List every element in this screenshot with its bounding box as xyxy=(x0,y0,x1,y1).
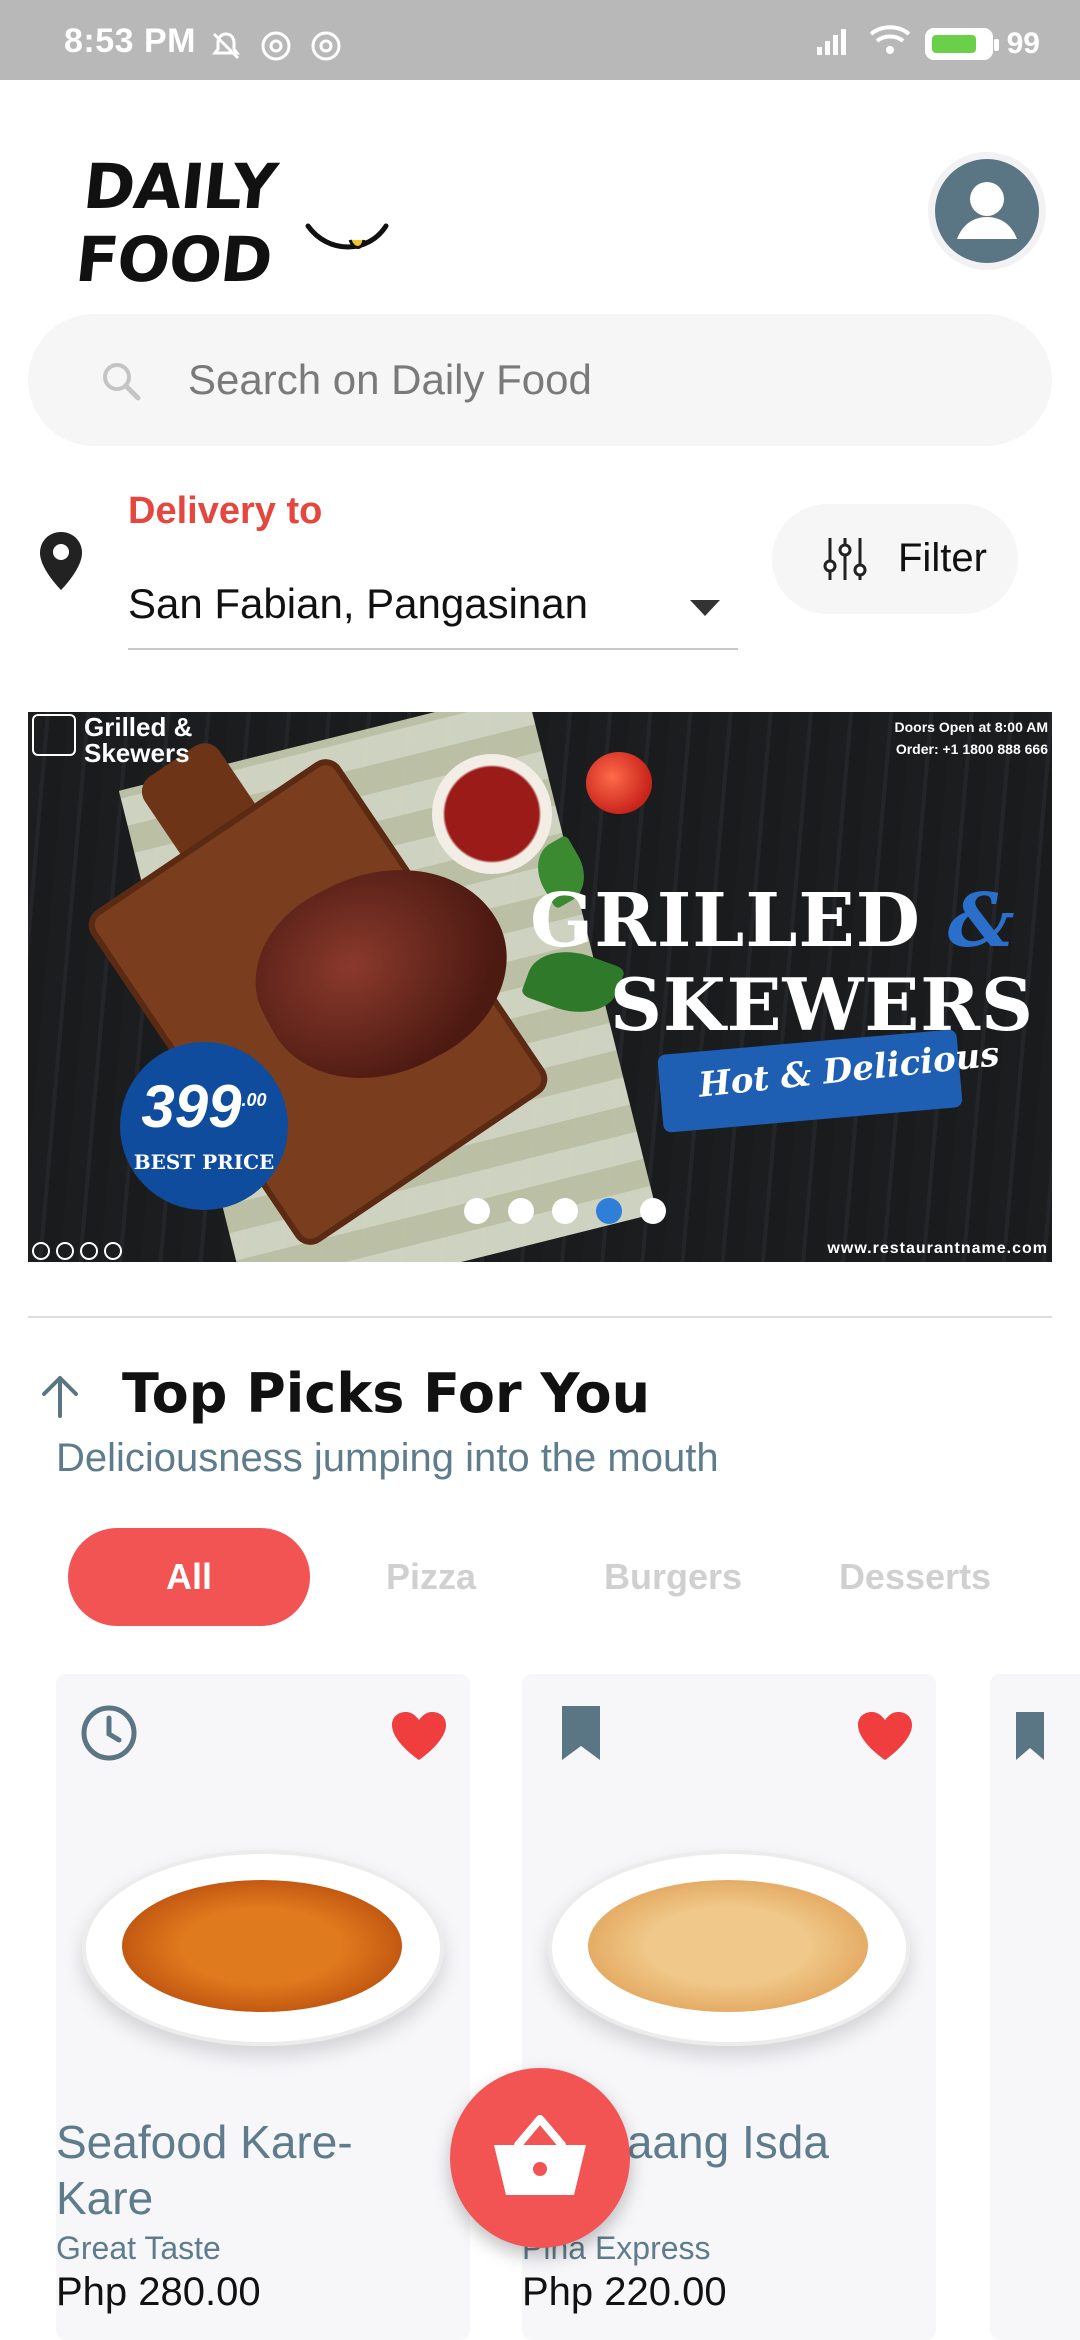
delivery-location-value: San Fabian, Pangasinan xyxy=(128,580,589,627)
promo-banner-carousel[interactable]: Grilled & Skewers Doors Open at 8:00 AM … xyxy=(28,712,1052,1262)
section-title: Top Picks For You xyxy=(122,1362,651,1425)
section-subtitle: Deliciousness jumping into the mouth xyxy=(56,1436,719,1480)
filter-button[interactable]: Filter xyxy=(772,504,1018,614)
battery-icon xyxy=(924,28,999,60)
search-icon xyxy=(103,363,141,401)
app-notification-icon xyxy=(260,30,292,62)
filter-label: Filter xyxy=(898,536,987,580)
battery-level: 99 xyxy=(1006,27,1040,60)
food-price: Php 280.00 xyxy=(56,2270,261,2314)
tomato xyxy=(586,752,652,814)
banner-url: www.restaurantname.com xyxy=(827,1240,1048,1257)
user-icon xyxy=(935,159,1039,263)
status-bar: 8:53 PM 99 xyxy=(0,0,1080,80)
arrow-up-icon xyxy=(42,1376,78,1418)
bookmark-icon[interactable] xyxy=(1016,1710,1044,1762)
sauce-bowl xyxy=(432,754,552,874)
location-pin-icon xyxy=(40,532,82,590)
app-logo: DAILY FOOD xyxy=(72,150,420,296)
social-icons xyxy=(32,1242,122,1260)
food-card-partial[interactable] xyxy=(990,1674,1080,2340)
food-card[interactable]: Pinataang Isda Pina Express Php 220.00 xyxy=(522,1674,936,2340)
category-chip-pizza[interactable]: Pizza xyxy=(310,1528,552,1626)
banner-brand: Grilled & Skewers xyxy=(32,714,204,766)
carousel-dot[interactable] xyxy=(552,1198,578,1224)
banner-title: GRILLED & xyxy=(530,878,1016,964)
category-chip-burgers[interactable]: Burgers xyxy=(552,1528,794,1626)
clock-icon[interactable] xyxy=(80,1704,138,1762)
divider xyxy=(28,1316,1052,1318)
food-price: Php 220.00 xyxy=(522,2270,727,2314)
skewer-logo-icon xyxy=(32,714,76,756)
mute-icon xyxy=(210,30,242,62)
wifi-icon xyxy=(869,24,911,64)
chevron-down-icon xyxy=(690,600,720,616)
status-time: 8:53 PM xyxy=(64,22,196,60)
logo-smile-icon xyxy=(305,223,389,250)
delivery-location-dropdown[interactable]: San Fabian, Pangasinan xyxy=(128,570,738,650)
heart-icon[interactable] xyxy=(856,1710,914,1762)
food-card[interactable]: Seafood Kare-Kare Great Taste Php 280.00 xyxy=(56,1674,470,2340)
heart-icon[interactable] xyxy=(390,1710,448,1762)
filter-sliders-icon xyxy=(823,538,867,580)
carousel-indicator xyxy=(464,1198,666,1224)
food-image xyxy=(82,1850,444,2046)
store-name: Great Taste xyxy=(56,2230,221,2266)
carousel-dot[interactable] xyxy=(508,1198,534,1224)
bookmark-icon[interactable] xyxy=(552,1704,610,1762)
food-name: Seafood Kare-Kare xyxy=(56,2116,353,2224)
banner-info: Doors Open at 8:00 AM Order: +1 1800 888… xyxy=(894,719,1048,757)
carousel-dot[interactable] xyxy=(464,1198,490,1224)
carousel-dot-active[interactable] xyxy=(596,1198,622,1224)
category-chip-desserts[interactable]: Desserts xyxy=(794,1528,1036,1626)
basket-icon xyxy=(494,2115,586,2195)
carousel-dot[interactable] xyxy=(640,1198,666,1224)
signal-icon xyxy=(815,25,855,63)
cart-button[interactable] xyxy=(450,2068,630,2248)
delivery-label: Delivery to xyxy=(128,490,323,532)
food-image xyxy=(548,1850,910,2046)
category-chip-all[interactable]: All xyxy=(68,1528,310,1626)
price-badge: 399.00 BEST PRICE xyxy=(120,1042,288,1210)
search-bar[interactable] xyxy=(28,314,1052,446)
banner-title-line2: SKEWERS xyxy=(610,962,1035,1047)
search-input[interactable] xyxy=(188,344,1008,416)
app-notification-icon xyxy=(310,30,342,62)
profile-avatar-button[interactable] xyxy=(928,152,1046,270)
